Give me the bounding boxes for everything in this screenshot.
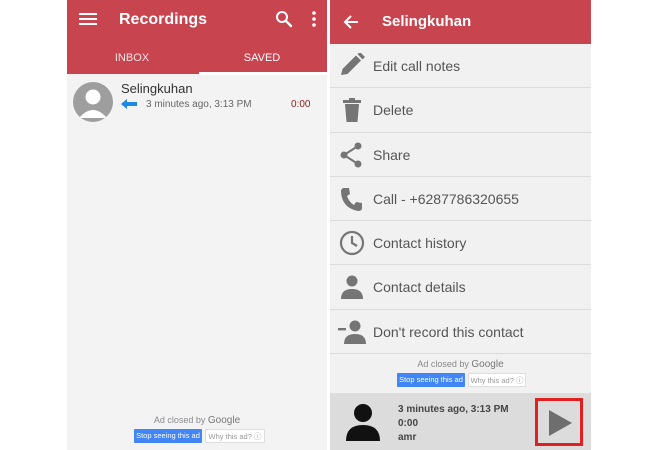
person-icon (346, 404, 380, 441)
back-arrow-icon[interactable] (342, 13, 360, 31)
player-duration: 0:00 (398, 418, 419, 429)
tab-inbox[interactable]: INBOX (67, 48, 197, 74)
share-icon (340, 142, 362, 168)
menu-item-label: Edit call notes (373, 58, 461, 74)
more-vert-icon[interactable] (307, 10, 321, 28)
clock-icon (339, 231, 365, 256)
person-remove-icon (338, 320, 366, 344)
why-this-ad-button[interactable]: Why this ad? ⓘ (205, 429, 265, 443)
menu-item-label: Contact details (373, 279, 466, 296)
menu-item-label: Delete (373, 102, 414, 119)
trash-icon (343, 98, 361, 123)
menu-item-contact-details[interactable]: Contact details (330, 265, 591, 310)
menu-item-label: Call - +6287786320655 (373, 190, 519, 207)
menu-item-dont-record[interactable]: Don't record this contact (330, 309, 591, 355)
menu-item-delete[interactable]: Delete (330, 88, 591, 133)
contact-actions-screen: Selingkuhan Edit call notes Delete Share… (330, 0, 591, 450)
recording-time: 3 minutes ago, 3:13 PM (146, 99, 252, 110)
incoming-call-arrow-icon (121, 99, 137, 109)
menu-item-share[interactable]: Share (330, 132, 591, 177)
menu-item-call[interactable]: Call - +6287786320655 (330, 176, 591, 222)
player-user: amr (398, 432, 417, 443)
person-icon (341, 275, 363, 300)
ad-closed-text: Ad closed by Google (153, 415, 241, 426)
why-this-ad-button[interactable]: Why this ad? ⓘ (468, 373, 526, 387)
phone-icon (341, 187, 362, 211)
menu-item-label: Contact history (373, 235, 467, 252)
recording-contact-name: Selingkuhan (121, 81, 193, 96)
menu-item-label: Share (373, 146, 411, 163)
google-logo: Google (207, 415, 241, 426)
menu-item-label: Don't record this contact (373, 323, 524, 340)
player-time: 3 minutes ago, 3:13 PM (398, 404, 509, 415)
stop-seeing-ad-button[interactable]: Stop seeing this ad (397, 373, 465, 387)
avatar (73, 82, 113, 122)
recordings-screen: Recordings INBOX SAVED Selingkuhan 3 min… (67, 0, 327, 450)
menu-item-contact-history[interactable]: Contact history (330, 221, 591, 266)
action-menu: Edit call notes Delete Share Call - +628… (330, 44, 591, 355)
pencil-icon (341, 53, 365, 75)
person-icon (79, 89, 107, 118)
page-title: Recordings (119, 11, 208, 28)
play-button[interactable] (535, 398, 583, 446)
app-bar: Selingkuhan (330, 0, 591, 44)
ad-closed-text: Ad closed by Google (417, 359, 504, 370)
stop-seeing-ad-button[interactable]: Stop seeing this ad (134, 429, 202, 443)
tab-saved[interactable]: SAVED (197, 48, 327, 74)
recording-duration: 0:00 (291, 99, 311, 110)
mini-player: 3 minutes ago, 3:13 PM 0:00 amr (330, 393, 591, 450)
google-logo: Google (471, 359, 504, 370)
active-tab-indicator (199, 72, 327, 75)
play-icon (549, 410, 572, 436)
search-icon[interactable] (275, 10, 293, 28)
recording-list-item[interactable]: Selingkuhan 3 minutes ago, 3:13 PM 0:00 (67, 76, 327, 128)
page-title: Selingkuhan (382, 13, 472, 30)
hamburger-menu-icon[interactable] (79, 10, 97, 28)
app-bar: Recordings INBOX SAVED (67, 0, 327, 75)
menu-item-edit-call-notes[interactable]: Edit call notes (330, 44, 591, 89)
